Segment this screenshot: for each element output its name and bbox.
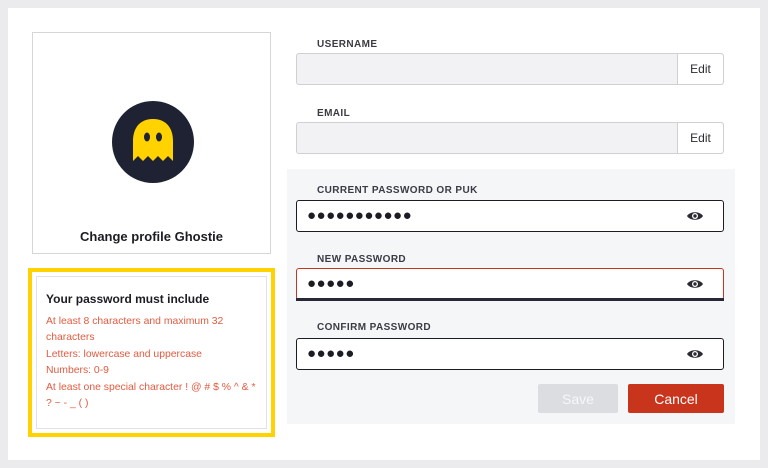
requirement-length: At least 8 characters and maximum 32 cha… — [46, 316, 224, 344]
confirm-password-input[interactable]: ●●●●● — [296, 338, 724, 370]
confirm-password-label: CONFIRM PASSWORD — [317, 322, 431, 333]
requirement-letters: Letters: lowercase and uppercase — [46, 348, 202, 360]
avatar-card[interactable]: Change profile Ghostie — [32, 32, 271, 254]
password-strength-bar — [296, 298, 724, 301]
cancel-button[interactable]: Cancel — [628, 384, 724, 413]
confirm-password-value: ●●●●● — [307, 345, 355, 362]
username-label: USERNAME — [317, 39, 378, 50]
current-password-value: ●●●●●●●●●●● — [307, 207, 413, 224]
save-button[interactable]: Save — [538, 384, 618, 413]
avatar[interactable] — [112, 101, 194, 183]
username-field: Edit — [296, 53, 724, 85]
new-password-value: ●●●●● — [307, 275, 355, 292]
email-field: Edit — [296, 122, 724, 154]
eye-icon[interactable] — [686, 348, 704, 360]
password-requirements-content: Your password must include At least 8 ch… — [36, 276, 267, 429]
requirements-title: Your password must include — [46, 292, 210, 306]
requirement-numbers: Numbers: 0-9 — [46, 365, 109, 377]
change-profile-label[interactable]: Change profile Ghostie — [33, 229, 270, 244]
password-requirements-box: Your password must include At least 8 ch… — [28, 268, 275, 437]
requirement-special: At least one special character ! @ # $ %… — [46, 381, 256, 410]
email-label: EMAIL — [317, 108, 351, 119]
edit-email-button[interactable]: Edit — [677, 123, 723, 153]
current-password-label: CURRENT PASSWORD OR PUK — [317, 185, 478, 196]
ghost-icon — [133, 119, 173, 161]
eye-icon[interactable] — [686, 210, 704, 222]
current-password-input[interactable]: ●●●●●●●●●●● — [296, 200, 724, 232]
new-password-label: NEW PASSWORD — [317, 254, 407, 265]
eye-icon[interactable] — [686, 278, 704, 290]
new-password-input[interactable]: ●●●●● — [296, 268, 724, 300]
edit-username-button[interactable]: Edit — [677, 54, 723, 84]
